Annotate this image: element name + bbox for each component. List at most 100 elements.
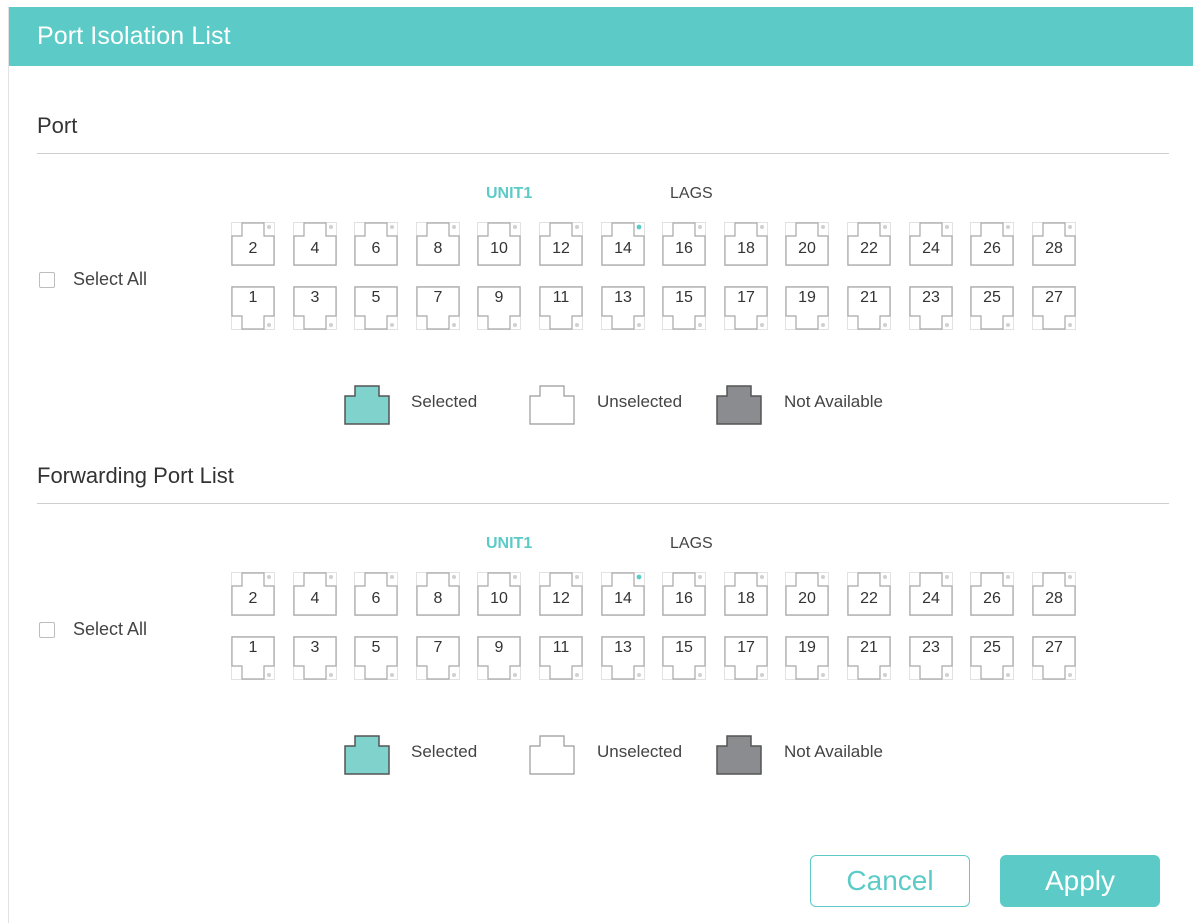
- link-indicator: [329, 575, 333, 579]
- port-18[interactable]: 18: [724, 222, 768, 266]
- port-21[interactable]: 21: [847, 636, 891, 680]
- port-number: 7: [433, 639, 443, 656]
- port-number: 15: [675, 289, 693, 306]
- selected-legend-icon: [344, 735, 390, 775]
- port-number: 19: [798, 639, 816, 656]
- link-indicator: [883, 225, 887, 229]
- port-1[interactable]: 1: [231, 636, 275, 680]
- port-number: 21: [860, 289, 878, 306]
- port-7[interactable]: 7: [416, 636, 460, 680]
- link-indicator: [760, 673, 764, 677]
- port-19[interactable]: 19: [785, 286, 829, 330]
- port-15[interactable]: 15: [662, 286, 706, 330]
- port-13[interactable]: 13: [601, 636, 645, 680]
- port-16[interactable]: 16: [662, 572, 706, 616]
- port-6[interactable]: 6: [354, 222, 398, 266]
- link-indicator: [390, 323, 394, 327]
- port-20[interactable]: 20: [785, 572, 829, 616]
- port-19[interactable]: 19: [785, 636, 829, 680]
- port-number: 10: [490, 590, 508, 607]
- port-14[interactable]: 14: [601, 572, 645, 616]
- port-7[interactable]: 7: [416, 286, 460, 330]
- port-18[interactable]: 18: [724, 572, 768, 616]
- link-indicator: [1006, 575, 1010, 579]
- port-16[interactable]: 16: [662, 222, 706, 266]
- link-indicator: [945, 673, 949, 677]
- link-indicator: [390, 673, 394, 677]
- port-number: 5: [371, 289, 381, 306]
- port-20[interactable]: 20: [785, 222, 829, 266]
- port-24[interactable]: 24: [909, 222, 953, 266]
- port-5[interactable]: 5: [354, 286, 398, 330]
- unselected-legend-icon: [529, 735, 575, 775]
- link-indicator: [267, 225, 271, 229]
- port-25[interactable]: 25: [970, 636, 1014, 680]
- port-22[interactable]: 22: [847, 572, 891, 616]
- port-4[interactable]: 4: [293, 222, 337, 266]
- port-8[interactable]: 8: [416, 222, 460, 266]
- port-17[interactable]: 17: [724, 286, 768, 330]
- legend-selected-label: Selected: [411, 742, 478, 761]
- port-number: 13: [614, 639, 632, 656]
- port-12[interactable]: 12: [539, 222, 583, 266]
- port-13[interactable]: 13: [601, 286, 645, 330]
- port-9[interactable]: 9: [477, 286, 521, 330]
- select-all-forwarding[interactable]: Select All: [39, 619, 147, 640]
- port-6[interactable]: 6: [354, 572, 398, 616]
- port-21[interactable]: 21: [847, 286, 891, 330]
- port-27[interactable]: 27: [1032, 636, 1076, 680]
- lags-label: LAGS: [670, 535, 713, 552]
- port-24[interactable]: 24: [909, 572, 953, 616]
- port-22[interactable]: 22: [847, 222, 891, 266]
- port-number: 1: [248, 289, 258, 306]
- port-2[interactable]: 2: [231, 572, 275, 616]
- port-28[interactable]: 28: [1032, 572, 1076, 616]
- port-1[interactable]: 1: [231, 286, 275, 330]
- not-available-legend-icon: [716, 735, 762, 775]
- link-indicator: [575, 225, 579, 229]
- cancel-button[interactable]: Cancel: [810, 855, 970, 907]
- link-indicator: [267, 575, 271, 579]
- port-number: 7: [433, 289, 443, 306]
- port-11[interactable]: 11: [539, 636, 583, 680]
- link-indicator: [513, 673, 517, 677]
- select-all-port[interactable]: Select All: [39, 269, 147, 290]
- link-indicator: [329, 323, 333, 327]
- port-3[interactable]: 3: [293, 286, 337, 330]
- port-number: 3: [310, 289, 320, 306]
- port-17[interactable]: 17: [724, 636, 768, 680]
- port-28[interactable]: 28: [1032, 222, 1076, 266]
- port-4[interactable]: 4: [293, 572, 337, 616]
- port-2[interactable]: 2: [231, 222, 275, 266]
- port-15[interactable]: 15: [662, 636, 706, 680]
- port-26[interactable]: 26: [970, 572, 1014, 616]
- port-number: 21: [860, 639, 878, 656]
- port-14[interactable]: 14: [601, 222, 645, 266]
- link-indicator: [452, 575, 456, 579]
- port-3[interactable]: 3: [293, 636, 337, 680]
- port-number: 2: [248, 590, 258, 607]
- port-number: 6: [371, 240, 381, 257]
- port-10[interactable]: 10: [477, 222, 521, 266]
- port-8[interactable]: 8: [416, 572, 460, 616]
- port-23[interactable]: 23: [909, 636, 953, 680]
- select-all-checkbox[interactable]: [39, 621, 55, 638]
- link-indicator: [452, 323, 456, 327]
- port-12[interactable]: 12: [539, 572, 583, 616]
- port-10[interactable]: 10: [477, 572, 521, 616]
- select-all-checkbox[interactable]: [39, 271, 55, 288]
- port-27[interactable]: 27: [1032, 286, 1076, 330]
- port-9[interactable]: 9: [477, 636, 521, 680]
- link-indicator: [267, 323, 271, 327]
- not-available-legend-icon: [716, 385, 762, 425]
- port-26[interactable]: 26: [970, 222, 1014, 266]
- apply-button[interactable]: Apply: [1000, 855, 1160, 907]
- port-number: 3: [310, 639, 320, 656]
- port-number: 24: [922, 590, 940, 607]
- port-11[interactable]: 11: [539, 286, 583, 330]
- port-23[interactable]: 23: [909, 286, 953, 330]
- port-25[interactable]: 25: [970, 286, 1014, 330]
- port-5[interactable]: 5: [354, 636, 398, 680]
- legend-selected-label: Selected: [411, 392, 478, 411]
- link-indicator: [1006, 323, 1010, 327]
